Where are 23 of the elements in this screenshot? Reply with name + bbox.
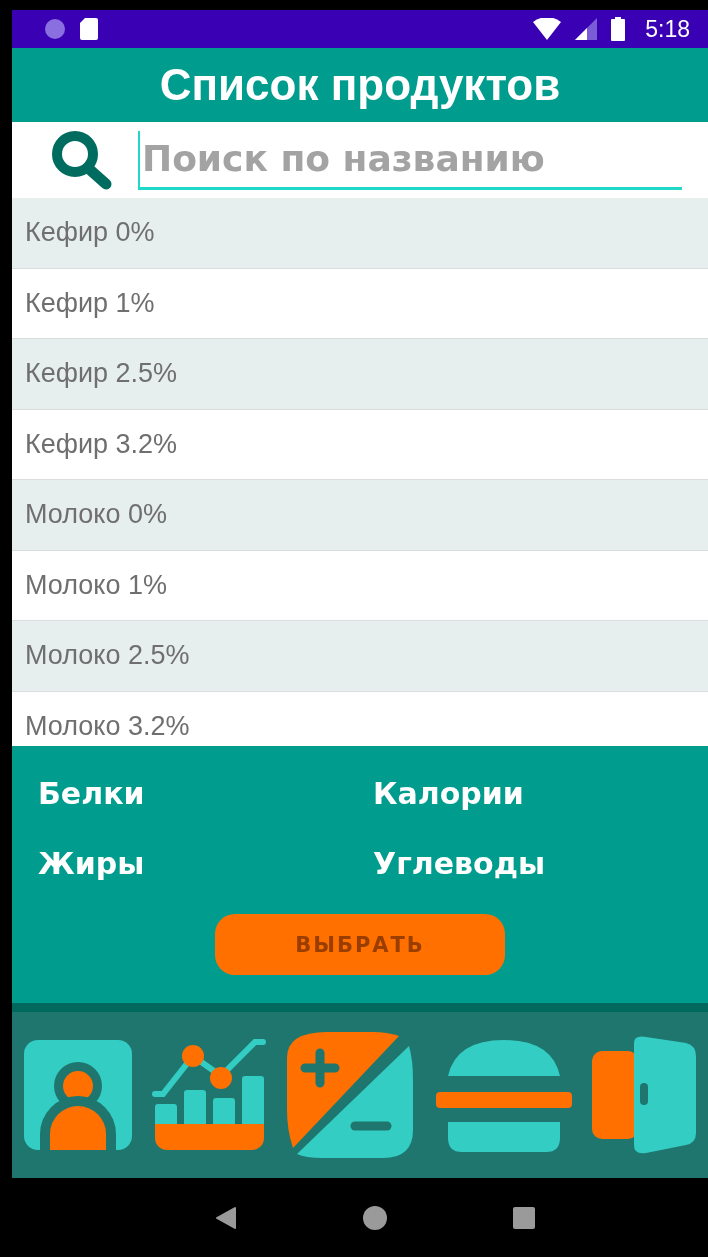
- product-item[interactable]: Кефир 2.5%: [12, 339, 708, 410]
- loading-icon: [44, 18, 66, 40]
- battery-icon: [611, 17, 626, 41]
- signal-icon: [575, 18, 598, 40]
- nutrient-label: Калории: [373, 776, 525, 812]
- screen-title: Список продуктов: [159, 60, 561, 110]
- select-button[interactable]: ВЫБРАТЬ: [215, 914, 505, 975]
- recents-icon[interactable]: [513, 1206, 535, 1229]
- burger-icon[interactable]: [433, 1038, 574, 1152]
- profile-icon[interactable]: [22, 1038, 134, 1152]
- nutrient-label: Жиры: [38, 846, 146, 882]
- nutrient-label: Белки: [38, 776, 146, 812]
- product-item[interactable]: Кефир 0%: [12, 198, 708, 269]
- nutrient-label: Углеводы: [373, 846, 547, 882]
- back-icon[interactable]: [215, 1205, 237, 1230]
- product-item[interactable]: Молоко 0%: [12, 480, 708, 551]
- status-time: 5:18: [645, 15, 690, 43]
- search-field[interactable]: Поиск по названию: [12, 122, 708, 198]
- home-icon[interactable]: [363, 1205, 387, 1230]
- wifi-icon: [533, 18, 562, 40]
- chart-icon[interactable]: [150, 1038, 267, 1152]
- sd-card-icon: [80, 18, 98, 40]
- product-item[interactable]: Молоко 2.5%: [12, 621, 708, 692]
